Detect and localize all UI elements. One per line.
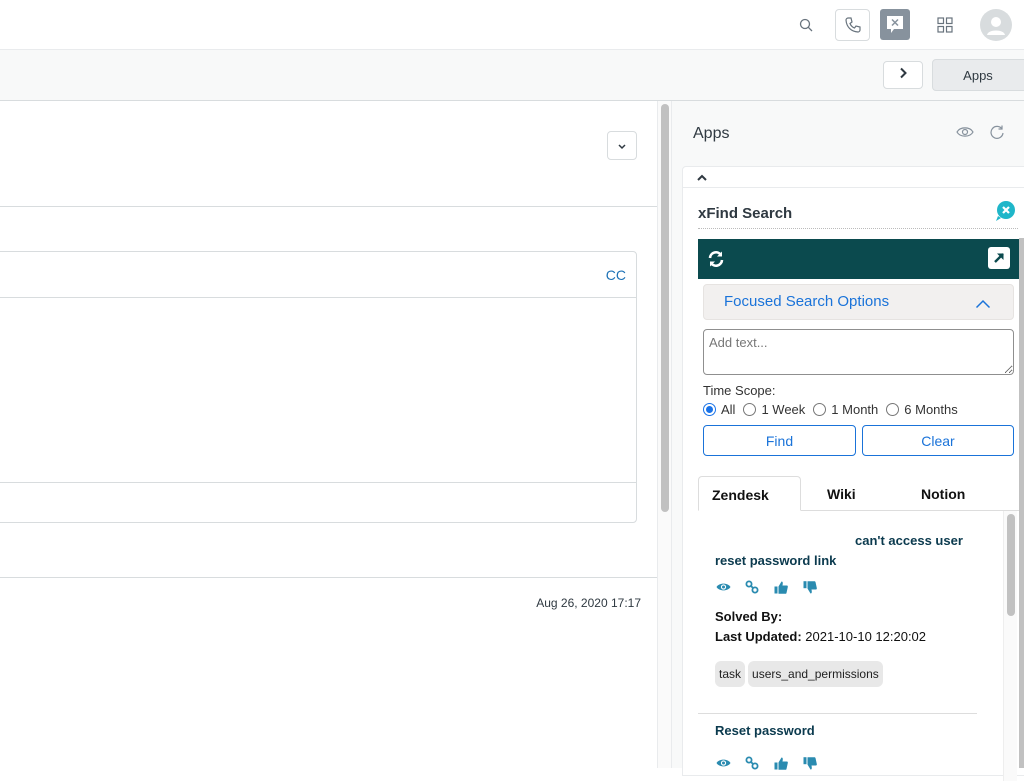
radio-label: 1 Month [831, 402, 879, 417]
find-button[interactable]: Find [703, 425, 856, 456]
composer-divider [0, 482, 636, 483]
options-dropdown-button[interactable] [607, 131, 637, 160]
result-actions [715, 755, 991, 771]
tab-notion[interactable]: Notion [921, 476, 965, 511]
view-eye-icon[interactable] [715, 580, 731, 594]
apps-toggle-button[interactable]: Apps [932, 59, 1024, 91]
chat-dismiss-icon[interactable] [880, 9, 910, 40]
tab-wiki[interactable]: Wiki [827, 476, 856, 511]
sub-bar: Apps [0, 50, 1024, 101]
reply-composer: CC [0, 251, 637, 523]
chevron-down-icon [618, 137, 626, 155]
time-scope-label: Time Scope: [703, 383, 776, 398]
tag[interactable]: users_and_permissions [748, 661, 883, 687]
radio-label: 1 Week [761, 402, 806, 417]
collapse-app-button[interactable] [683, 167, 1024, 188]
result-title[interactable]: Reset password [715, 721, 991, 741]
result-actions [715, 579, 991, 595]
result-title[interactable]: can't access user reset password link [715, 531, 991, 571]
results-scrollbar[interactable] [1003, 511, 1017, 781]
radio-button[interactable] [813, 403, 827, 416]
focused-search-label: Focused Search Options [724, 293, 890, 310]
chevron-up-icon [696, 170, 708, 188]
solved-by-label: Solved By: [715, 609, 783, 624]
result-title-line: can't access user [855, 533, 963, 548]
phone-icon[interactable] [835, 9, 870, 41]
radio-button[interactable] [743, 403, 757, 416]
apps-panel-title: Apps [693, 125, 730, 142]
list-item: Reset password [715, 721, 991, 771]
time-scope-options: All 1 Week 1 Month 6 Months [703, 402, 966, 417]
radio-label: All [721, 402, 736, 417]
radio-button[interactable] [703, 403, 716, 416]
last-updated-value: 2021-10-10 12:20:02 [805, 629, 927, 644]
focused-search-options-toggle[interactable]: Focused Search Options [703, 284, 1014, 320]
time-scope-all[interactable]: All [703, 402, 735, 417]
refresh-icon[interactable] [989, 124, 1007, 142]
tag[interactable]: task [715, 661, 746, 687]
xfind-toolbar [698, 239, 1019, 279]
apps-grid-icon[interactable] [934, 14, 956, 36]
recipient-row[interactable]: CC [0, 252, 636, 298]
avatar-icon[interactable] [980, 9, 1012, 41]
xfind-logo-icon [994, 200, 1016, 222]
cc-link[interactable]: CC [606, 267, 626, 283]
thumbs-down-icon[interactable] [802, 580, 818, 594]
last-updated-label: Last Updated: [715, 629, 802, 644]
scrollbar-thumb[interactable] [661, 104, 669, 512]
search-text-input[interactable] [703, 329, 1014, 375]
ticket-main: CC Aug 26, 2020 17:17 [0, 101, 657, 768]
source-tabs: Zendesk Wiki Notion [698, 476, 1019, 511]
divider [0, 577, 657, 578]
scrollbar-thumb[interactable] [1007, 514, 1015, 616]
radio-button[interactable] [886, 403, 900, 416]
list-item: can't access user reset password link So… [715, 531, 991, 687]
solved-by: Solved By: [715, 607, 991, 627]
link-icon[interactable] [744, 580, 760, 594]
search-icon[interactable] [795, 14, 817, 36]
divider [0, 206, 657, 207]
comment-timestamp: Aug 26, 2020 17:17 [536, 596, 641, 610]
radio-label: 6 Months [904, 402, 958, 417]
sync-icon[interactable] [707, 250, 725, 273]
time-scope-1-month[interactable]: 1 Month [813, 402, 878, 417]
eye-icon[interactable] [956, 125, 976, 141]
apps-panel-scrollbar[interactable] [1019, 238, 1024, 768]
result-title-line: reset password link [715, 553, 837, 568]
app-title: xFind Search [698, 205, 793, 222]
apps-panel: Apps xFind Search Focused Search Options [672, 101, 1024, 781]
tab-zendesk[interactable]: Zendesk [698, 476, 801, 511]
popout-icon[interactable] [988, 247, 1010, 269]
thumbs-up-icon[interactable] [773, 580, 789, 594]
result-tags: task users_and_permissions [715, 661, 991, 687]
time-scope-1-week[interactable]: 1 Week [743, 402, 805, 417]
chevron-up-icon [975, 296, 991, 314]
main-scrollbar[interactable] [657, 101, 672, 768]
top-bar [0, 0, 1024, 50]
results-list: can't access user reset password link So… [698, 511, 1019, 781]
reply-body[interactable] [0, 299, 636, 482]
result-divider [698, 713, 977, 714]
chevron-right-icon [898, 66, 908, 84]
divider [698, 228, 1018, 229]
clear-button[interactable]: Clear [862, 425, 1014, 456]
last-updated: Last Updated: 2021-10-10 12:20:02 [715, 627, 991, 647]
time-scope-6-months[interactable]: 6 Months [886, 402, 958, 417]
xfind-app-card: xFind Search Focused Search Options Time… [682, 166, 1024, 781]
next-button[interactable] [883, 61, 923, 89]
